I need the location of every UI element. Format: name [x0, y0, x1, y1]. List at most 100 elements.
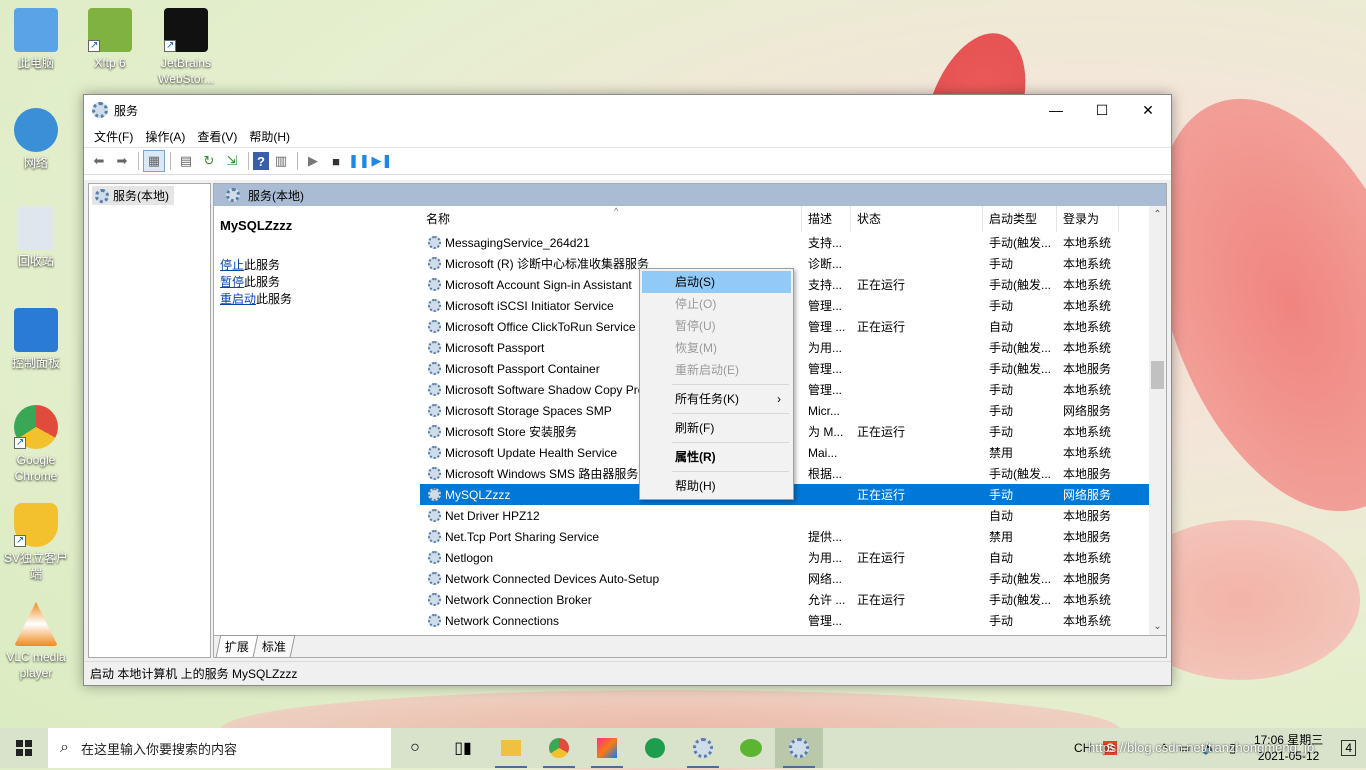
table-row[interactable]: Net.Tcp Port Sharing Service 提供... 禁用 本地服务 [420, 526, 1166, 547]
table-row[interactable]: Network Connections 管理... 手动 本地系统 [420, 610, 1166, 631]
context-menu-item[interactable]: 所有任务(K) › [642, 388, 791, 410]
tab-extended[interactable]: 扩展 [215, 635, 259, 657]
service-gear-icon [428, 383, 441, 396]
export-list-icon[interactable]: ⇲ [221, 150, 243, 172]
menu-help[interactable]: 帮助(H) [243, 128, 296, 145]
table-row[interactable]: Netlogon 为用... 正在运行 自动 本地系统 [420, 547, 1166, 568]
service-gear-icon [428, 278, 441, 291]
table-row[interactable]: Network Connected Devices Auto-Setup 网络..… [420, 568, 1166, 589]
search-placeholder: 在这里输入你要搜索的内容 [80, 741, 237, 757]
stop-service-icon[interactable]: ■ [325, 150, 347, 172]
column-header-description[interactable]: 描述 [802, 205, 851, 232]
tab-standard[interactable]: 标准 [252, 635, 296, 657]
context-menu-item[interactable]: 帮助(H) [642, 475, 791, 497]
desktop-icon-sv-client[interactable]: SV独立客户端 [0, 503, 72, 582]
service-name-cell: Network Connection Broker [420, 593, 802, 607]
service-logon-cell: 本地系统 [1063, 425, 1112, 439]
pause-service-icon[interactable]: ❚❚ [348, 150, 370, 172]
multitask-icon[interactable]: ▯▮ [439, 728, 487, 768]
forward-arrow-icon[interactable]: ➡ [111, 150, 133, 172]
context-menu-item[interactable]: 属性(R) [642, 446, 791, 468]
service-name: Microsoft Account Sign-in Assistant [445, 277, 632, 292]
column-header-status[interactable]: 状态 [851, 205, 983, 232]
desktop-icon-vlc[interactable]: VLC media player [0, 602, 72, 681]
properties-sheet-icon[interactable]: ▤ [175, 150, 197, 172]
scroll-thumb[interactable] [1151, 361, 1164, 389]
shield-lock-icon [14, 503, 58, 549]
service-gear-icon [428, 551, 441, 564]
service-startup-cell: 手动(触发... [989, 593, 1051, 607]
show-hide-icon[interactable]: ▥ [270, 150, 292, 172]
start-service-icon[interactable]: ▶ [302, 150, 324, 172]
context-menu-item-label: 恢复(M) [675, 341, 717, 355]
task-view-icon[interactable]: ○ [391, 728, 439, 768]
notification-center-icon[interactable]: 4 [1341, 740, 1356, 756]
start-button[interactable] [0, 728, 48, 768]
desktop-icon-label: SV独立客户端 [3, 551, 68, 581]
table-row[interactable]: Network Connection Broker 允许 ... 正在运行 手动(触发… [420, 589, 1166, 610]
service-description-cell: 管理... [808, 299, 843, 313]
table-row[interactable]: MessagingService_264d21 支持... 手动(触发... 本地系统 [420, 232, 1166, 253]
evernote-icon[interactable] [631, 728, 679, 768]
taskbar-search[interactable]: ⌕ 在这里输入你要搜索的内容 [48, 728, 391, 768]
context-menu-item[interactable]: 刷新(F) [642, 417, 791, 439]
column-header-name[interactable]: 名称 [420, 205, 802, 232]
service-name: Microsoft Passport [445, 340, 545, 355]
context-menu-item[interactable]: 启动(S) [642, 271, 791, 293]
back-arrow-icon[interactable]: ⬅ [88, 150, 110, 172]
desktop-icon-label: Google Chrome [14, 453, 58, 483]
desktop-icon-recycle-bin[interactable]: 回收站 [0, 206, 72, 269]
desktop-icon-this-pc[interactable]: 此电脑 [0, 8, 72, 71]
service-gear-icon [428, 320, 441, 333]
service-name: Net Driver HPZ12 [445, 508, 540, 523]
service-logon-cell: 本地系统 [1063, 383, 1112, 397]
restart-service-link[interactable]: 重启动 [220, 292, 256, 306]
menu-file[interactable]: 文件(F) [88, 128, 139, 145]
file-explorer-icon[interactable] [487, 728, 535, 768]
service-description-cell: 允许 ... [808, 593, 846, 607]
menu-separator [672, 442, 789, 443]
network-icon [14, 108, 58, 152]
refresh-icon[interactable]: ↻ [198, 150, 220, 172]
chrome-icon[interactable] [535, 728, 583, 768]
watermark-text: https://blog.csdn.net/tianzhongmeng_jo [1088, 740, 1315, 755]
vertical-scrollbar[interactable]: ⌃ ⌄ [1149, 206, 1166, 635]
service-gear-icon [428, 299, 441, 312]
scroll-up-icon[interactable]: ⌃ [1149, 206, 1166, 223]
menu-separator [672, 471, 789, 472]
service-startup-cell: 手动 [989, 404, 1014, 418]
service-name-cell: Network Connections [420, 614, 802, 628]
pause-service-link[interactable]: 暂停 [220, 275, 244, 289]
help-icon[interactable]: ? [253, 152, 269, 170]
desktop-icon-xftp[interactable]: Xftp 6 [74, 8, 146, 71]
toolbar: ⬅ ➡ ▦ ▤ ↻ ⇲ ? ▥ ▶ ■ ❚❚ ▶❚ [84, 147, 1171, 175]
services-gear-icon[interactable] [679, 728, 727, 768]
column-header-logon-as[interactable]: 登录为 [1057, 205, 1119, 232]
scroll-down-icon[interactable]: ⌄ [1149, 618, 1166, 635]
stop-service-link[interactable]: 停止 [220, 258, 244, 272]
restart-service-icon[interactable]: ▶❚ [371, 150, 393, 172]
desktop-icon-label: 此电脑 [17, 56, 54, 70]
service-gear-icon [428, 362, 441, 375]
selected-service-name: MySQLZzzz [220, 218, 293, 233]
table-row[interactable]: Net Driver HPZ12 自动 本地服务 [420, 505, 1166, 526]
minimize-button[interactable]: — [1033, 95, 1079, 125]
desktop-icon-webstorm[interactable]: JetBrains WebStor... [150, 8, 222, 87]
wechat-icon[interactable] [727, 728, 775, 768]
desktop-icon-network[interactable]: 网络 [0, 108, 72, 171]
column-header-startup-type[interactable]: 启动类型 [983, 205, 1057, 232]
console-tree-icon[interactable]: ▦ [143, 150, 165, 172]
services-window-task-icon[interactable] [775, 728, 823, 768]
close-button[interactable]: ✕ [1125, 95, 1171, 125]
desktop-icon-control-panel[interactable]: 控制面板 [0, 308, 72, 371]
service-startup-cell: 手动(触发... [989, 572, 1051, 586]
tree-item-services-local[interactable]: 服务(本地) [92, 186, 174, 205]
service-description-cell: 为用... [808, 551, 843, 565]
maximize-button[interactable]: ☐ [1079, 95, 1125, 125]
service-logon-cell: 本地系统 [1063, 593, 1112, 607]
menu-view[interactable]: 查看(V) [191, 128, 243, 145]
menu-action[interactable]: 操作(A) [139, 128, 191, 145]
desktop-icon-label: VLC media player [6, 650, 66, 680]
desktop-icon-chrome[interactable]: Google Chrome [0, 405, 72, 484]
intellij-icon[interactable] [583, 728, 631, 768]
